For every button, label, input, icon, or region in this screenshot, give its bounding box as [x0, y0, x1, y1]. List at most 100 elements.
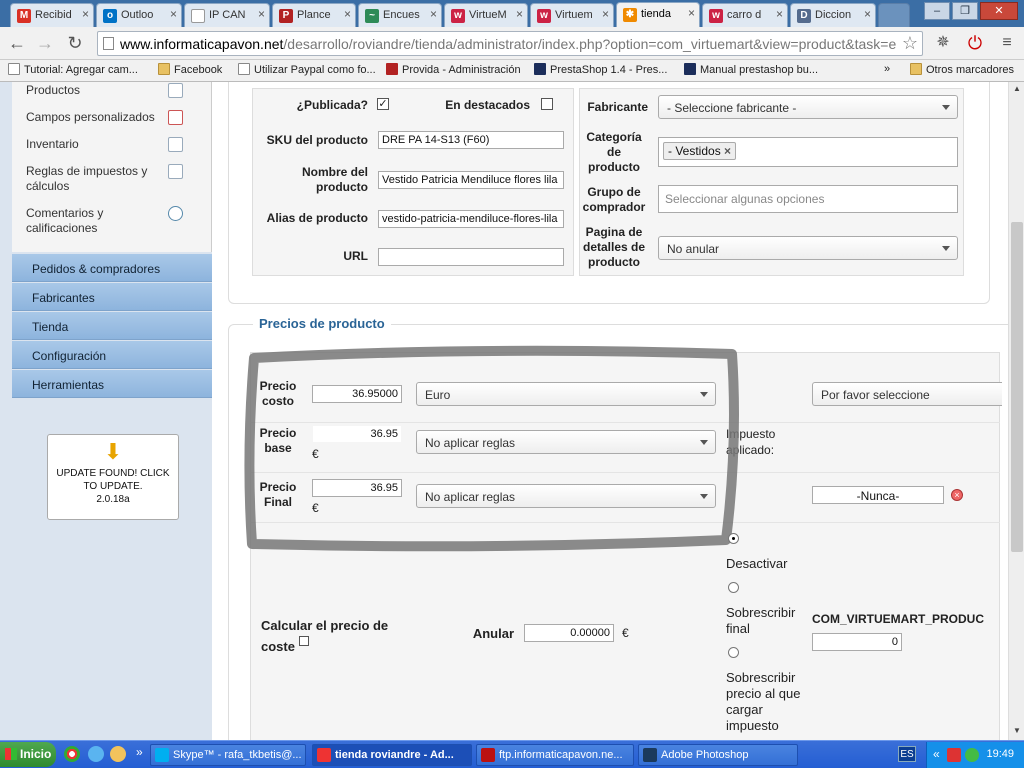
nav-configuracion[interactable]: Configuración [12, 341, 212, 369]
update-notice[interactable]: ⬇ UPDATE FOUND! CLICK TO UPDATE. 2.0.18a [47, 434, 179, 520]
quicklaunch-overflow[interactable]: » [136, 745, 143, 759]
tab-encues[interactable]: ~ Encues × [358, 3, 442, 27]
scroll-thumb[interactable] [1011, 222, 1023, 552]
bookmark-item[interactable]: Tutorial: Agregar cam... [8, 63, 138, 76]
tray-overflow-button[interactable]: « [933, 747, 940, 761]
task-photoshop[interactable]: Adobe Photoshop [638, 744, 798, 766]
alias-input[interactable]: vestido-patricia-mendiluce-flores-lila [378, 210, 564, 228]
extension-icon[interactable]: ✵ [932, 33, 954, 55]
tab-gmail[interactable]: M Recibid × [10, 3, 94, 27]
tab-carro[interactable]: w carro d × [702, 3, 788, 27]
submenu-item-campos[interactable]: Campos personalizados [26, 110, 166, 125]
nav-pedidos[interactable]: Pedidos & compradores [12, 254, 212, 282]
close-icon[interactable]: × [82, 7, 89, 21]
tab-diccion[interactable]: D Diccion × [790, 3, 876, 27]
task-filezilla[interactable]: ftp.informaticapavon.ne... [476, 744, 634, 766]
tab-label: VirtueM [469, 9, 507, 21]
nav-tienda[interactable]: Tienda [12, 312, 212, 340]
page-icon [8, 63, 20, 75]
discount-end-date-input[interactable]: -Nunca- [812, 486, 944, 504]
bookmark-item[interactable]: Facebook [158, 63, 222, 76]
bookmarks-overflow-button[interactable]: » [884, 63, 890, 75]
other-bookmarks[interactable]: Otros marcadores [910, 63, 1014, 76]
task-skype[interactable]: Skype™ - rafa_tkbetis@... [150, 744, 306, 766]
tab-plance[interactable]: P Plance × [272, 3, 356, 27]
submenu-item-reglas[interactable]: Reglas de impuestos y cálculos [26, 164, 166, 194]
details-page-select[interactable]: No anular [658, 236, 958, 260]
close-icon[interactable]: × [602, 7, 609, 21]
messenger-icon[interactable] [110, 746, 126, 762]
tab-virtuemart-1[interactable]: w VirtueM × [444, 3, 528, 27]
task-chrome[interactable]: tienda roviandre - Ad... [312, 744, 472, 766]
scroll-down-icon[interactable]: ▼ [1011, 726, 1023, 738]
back-button[interactable]: ← [6, 33, 28, 55]
close-icon[interactable]: × [864, 7, 871, 21]
dictionary-icon: D [797, 9, 811, 23]
manufacturer-select[interactable]: - Seleccione fabricante - [658, 95, 958, 119]
bookmark-star-icon[interactable]: ☆ [902, 33, 918, 54]
submenu-item-comentarios[interactable]: Comentarios y calificaciones [26, 206, 166, 236]
tab-virtuemart-2[interactable]: w Virtuem × [530, 3, 614, 27]
published-label: ¿Publicada? [296, 98, 368, 112]
reload-button[interactable]: ↻ [64, 33, 86, 55]
featured-checkbox[interactable] [541, 98, 553, 110]
submenu-item-inventario[interactable]: Inventario [26, 137, 166, 152]
minimize-button[interactable]: – [924, 2, 950, 20]
clear-date-icon[interactable]: × [951, 489, 963, 501]
menu-icon[interactable]: ≡ [996, 33, 1018, 55]
scroll-up-icon[interactable]: ▲ [1011, 84, 1023, 96]
shopper-group-input[interactable]: Seleccionar algunas opciones [658, 185, 958, 213]
bookmark-item[interactable]: Manual prestashop bu... [684, 63, 818, 76]
category-multiselect[interactable]: - Vestidos × [658, 137, 958, 167]
const-input[interactable]: 0 [812, 633, 902, 651]
tab-strip: M Recibid × o Outloo × IP CAN × P Plance… [0, 0, 1024, 27]
calc-cost-checkbox[interactable] [299, 636, 309, 646]
forward-button[interactable]: → [34, 33, 56, 55]
chevron-down-icon [942, 105, 950, 110]
published-checkbox[interactable]: ✓ [377, 98, 389, 110]
bookmark-item[interactable]: Utilizar Paypal como fo... [238, 63, 376, 76]
name-input[interactable]: Vestido Patricia Mendiluce flores lila [378, 171, 564, 189]
opera-icon[interactable]: ⏻ [964, 33, 986, 55]
nav-fabricantes[interactable]: Fabricantes [12, 283, 212, 311]
close-icon[interactable]: × [258, 7, 265, 21]
tab-label: Plance [297, 9, 331, 21]
tab-outlook[interactable]: o Outloo × [96, 3, 182, 27]
new-tab-button[interactable] [878, 3, 910, 27]
tab-tienda[interactable]: ✱ tienda × [616, 2, 700, 27]
tab-ipcam[interactable]: IP CAN × [184, 3, 270, 27]
close-icon[interactable]: × [776, 7, 783, 21]
chrome-icon[interactable] [64, 746, 80, 762]
ie-icon[interactable] [88, 746, 104, 762]
page-icon [103, 37, 114, 50]
submenu-item-productos[interactable]: Productos [26, 83, 166, 98]
bookmark-label: Otros marcadores [926, 64, 1015, 76]
url-input[interactable] [378, 248, 564, 266]
address-bar[interactable]: www.informaticapavon.net/desarrollo/rovi… [97, 31, 923, 56]
radio-overwrite-final[interactable] [728, 582, 739, 593]
language-indicator[interactable]: ES [898, 746, 916, 762]
vertical-scrollbar[interactable]: ▲ ▼ [1008, 82, 1024, 740]
close-icon[interactable]: × [170, 7, 177, 21]
radio-disable[interactable] [728, 533, 739, 544]
start-button[interactable]: Inicio [0, 742, 56, 767]
close-icon[interactable]: × [430, 7, 437, 21]
close-icon[interactable]: × [516, 7, 523, 21]
sku-input[interactable]: DRE PA 14-S13 (F60) [378, 131, 564, 149]
details-page-value: No anular [667, 242, 720, 256]
remove-tag-icon[interactable]: × [724, 144, 731, 158]
radio-overwrite-tax[interactable] [728, 647, 739, 658]
radio-overwrite-final-label: Sobrescribir final [726, 605, 796, 636]
restore-button[interactable]: ❐ [952, 2, 978, 20]
security-icon[interactable] [965, 748, 979, 762]
vendor-select[interactable]: Por favor seleccione [812, 382, 1002, 406]
skype-icon [155, 748, 169, 762]
network-icon[interactable] [947, 748, 961, 762]
bookmark-item[interactable]: Provida - Administración [386, 63, 521, 76]
nav-herramientas[interactable]: Herramientas [12, 370, 212, 398]
close-icon[interactable]: × [344, 7, 351, 21]
bookmark-item[interactable]: PrestaShop 1.4 - Pres... [534, 63, 667, 76]
override-input[interactable]: 0.00000 [524, 624, 614, 642]
close-window-button[interactable]: ✕ [980, 2, 1018, 20]
close-icon[interactable]: × [688, 6, 695, 20]
